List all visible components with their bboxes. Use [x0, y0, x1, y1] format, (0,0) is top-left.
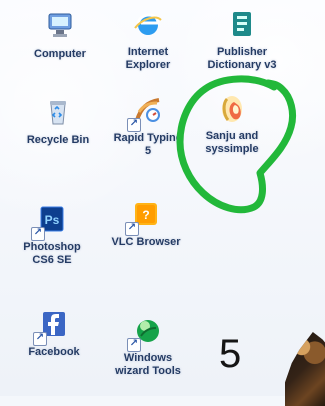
desktop-icon-label: Internet Explorer: [125, 46, 171, 71]
shortcut-arrow-icon: ↗: [31, 227, 45, 241]
desktop-icon-facebook[interactable]: ↗ Facebook: [10, 308, 98, 359]
desktop-icon-rapid-typing[interactable]: ↗ Rapid Typing 5: [104, 94, 192, 158]
svg-text:?: ?: [142, 208, 149, 222]
desktop-icon-photoshop[interactable]: Ps ↗ Photoshop CS6 SE: [8, 203, 96, 267]
svg-text:Ps: Ps: [45, 213, 60, 227]
step-number: 5: [219, 332, 242, 376]
shortcut-arrow-icon: ↗: [127, 118, 141, 132]
rapid-typing-icon: ↗: [127, 94, 165, 132]
desktop-icon-label: Rapid Typing 5: [113, 132, 183, 157]
desktop-icon-wizard-tools[interactable]: ↗ Windows wizard Tools: [104, 314, 192, 378]
shortcut-arrow-icon: ↗: [125, 222, 139, 236]
desktop-icon-label: Photoshop CS6 SE: [23, 241, 81, 266]
sanju-icon: [215, 92, 249, 126]
desktop-icon-label: Recycle Bin: [26, 134, 90, 146]
shortcut-arrow-icon: ↗: [127, 338, 141, 352]
desktop-icon-computer[interactable]: Computer: [16, 10, 104, 61]
wizard-icon: ↗: [127, 314, 165, 352]
desktop-icon-recycle-bin[interactable]: Recycle Bin: [14, 96, 102, 147]
internet-explorer-icon: [131, 8, 165, 42]
desktop-icon-vlc[interactable]: ? ↗ VLC Browser: [102, 198, 190, 249]
shortcut-arrow-icon: ↗: [33, 332, 47, 346]
photoshop-icon: Ps ↗: [31, 203, 69, 241]
desktop-icon-label: Sanju and syssimple: [205, 130, 259, 155]
desktop-icon-publisher[interactable]: Publisher Dictionary v3: [198, 8, 286, 72]
desktop-icon-label: VLC Browser: [111, 236, 181, 248]
computer-icon: [43, 10, 77, 44]
vlc-icon: ? ↗: [125, 198, 163, 236]
desktop-icon-internet-explorer[interactable]: Internet Explorer: [104, 8, 192, 72]
desktop-icon-label: Publisher Dictionary v3: [207, 46, 277, 71]
desktop-icon-label: Facebook: [28, 346, 80, 358]
desktop-icon-sanju[interactable]: Sanju and syssimple: [188, 92, 276, 156]
recycle-bin-icon: [41, 96, 75, 130]
desktop-icon-label: Computer: [34, 48, 86, 60]
facebook-icon: ↗: [33, 308, 71, 346]
desktop-icon-label: Windows wizard Tools: [115, 352, 181, 377]
publisher-icon: [225, 8, 259, 42]
